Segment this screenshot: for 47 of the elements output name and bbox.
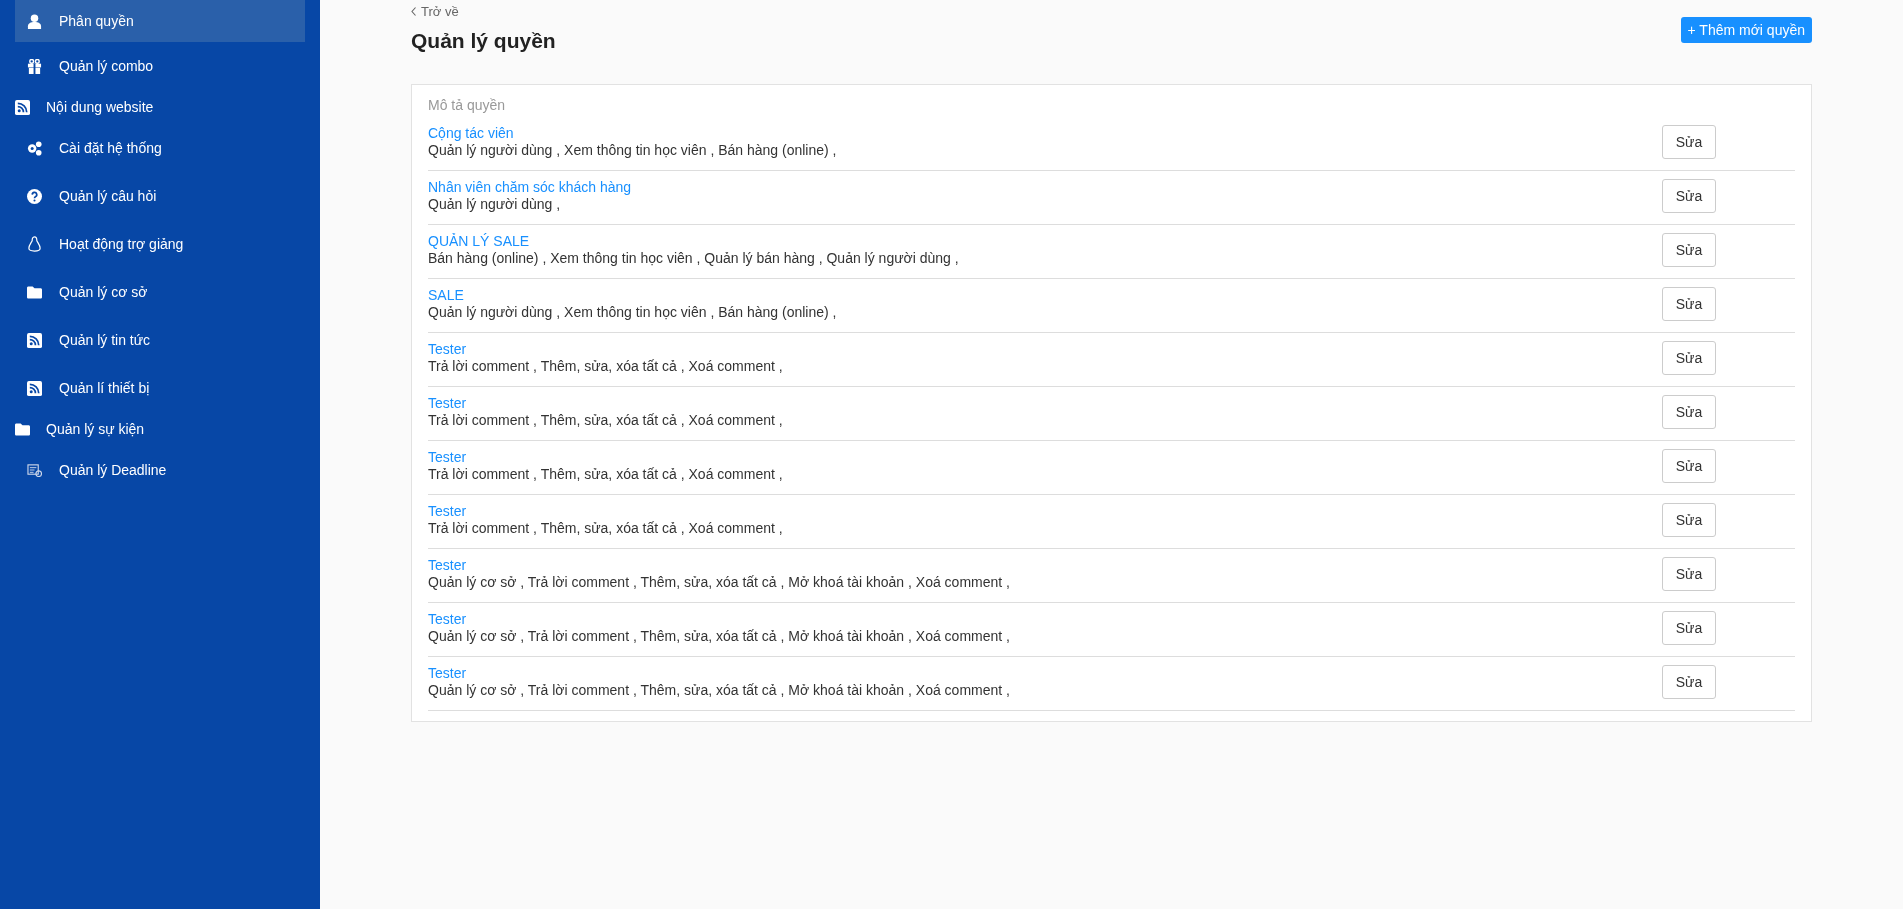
edit-button[interactable]: Sửa — [1662, 287, 1716, 321]
edit-button[interactable]: Sửa — [1662, 503, 1716, 537]
sidebar-item[interactable]: Quản lý cơ sở — [15, 268, 305, 316]
sidebar-item[interactable]: Quản lý tin tức — [15, 316, 305, 364]
back-link[interactable]: Trở về — [411, 4, 459, 19]
edit-button[interactable]: Sửa — [1662, 125, 1716, 159]
help-icon — [27, 188, 42, 204]
permission-list: Quản lý cơ sở , Trả lời comment , Thêm, sửa, xóa tất cả , Mở khoá tài khoản , Xoá comment , — [428, 628, 1662, 645]
permission-list: Quản lý người dùng , Xem thông tin học viên , Bán hàng (online) , — [428, 142, 1662, 159]
chevron-left-icon — [411, 7, 416, 16]
folder-icon — [15, 422, 30, 436]
permission-list: Bán hàng (online) , Xem thông tin học viên , Quản lý bán hàng , Quản lý người dùng , — [428, 250, 1662, 267]
edit-button[interactable]: Sửa — [1662, 557, 1716, 591]
sidebar-item[interactable]: Quản lý sự kiện — [15, 412, 305, 446]
permission-list: Trả lời comment , Thêm, sửa, xóa tất cả , Xoá comment , — [428, 412, 1662, 429]
column-header: Mô tả quyền — [428, 97, 507, 113]
sidebar-item[interactable]: Quản lý combo — [15, 42, 305, 90]
permission-list: Trả lời comment , Thêm, sửa, xóa tất cả , Xoá comment , — [428, 520, 1662, 537]
edit-button[interactable]: Sửa — [1662, 665, 1716, 699]
rss-icon — [15, 99, 30, 115]
rss-icon — [27, 332, 42, 348]
folder-icon — [27, 285, 42, 299]
permission-list: Quản lý cơ sở , Trả lời comment , Thêm, sửa, xóa tất cả , Mở khoá tài khoản , Xoá comment , — [428, 574, 1662, 591]
gears-icon — [27, 140, 42, 156]
edit-button[interactable]: Sửa — [1662, 341, 1716, 375]
permission-list: Quản lý người dùng , Xem thông tin học viên , Bán hàng (online) , — [428, 304, 1662, 321]
sidebar-item[interactable]: Quản lý câu hỏi — [15, 172, 305, 220]
edit-button[interactable]: Sửa — [1662, 233, 1716, 267]
sidebar-item[interactable]: Cài đặt hệ thống — [15, 124, 305, 172]
edit-button[interactable]: Sửa — [1662, 395, 1716, 429]
sidebar-item[interactable]: Phân quyền — [15, 0, 305, 42]
rss-icon — [27, 380, 42, 396]
sidebar-item[interactable]: Quản lí thiết bị — [15, 364, 305, 412]
permission-list: Quản lý người dùng , — [428, 196, 1662, 213]
sidebar-item[interactable]: Hoạt động trợ giảng — [15, 220, 305, 268]
gift-icon — [27, 58, 42, 74]
page-title: Quản lý quyền — [411, 29, 556, 53]
permission-list: Quản lý cơ sở , Trả lời comment , Thêm, sửa, xóa tất cả , Mở khoá tài khoản , Xoá comment , — [428, 682, 1662, 699]
edit-button[interactable]: Sửa — [1662, 449, 1716, 483]
permission-list: Trả lời comment , Thêm, sửa, xóa tất cả , Xoá comment , — [428, 466, 1662, 483]
sidebar-item[interactable]: Nội dung website — [15, 90, 305, 124]
permission-list: Trả lời comment , Thêm, sửa, xóa tất cả , Xoá comment , — [428, 358, 1662, 375]
user-icon — [27, 13, 42, 29]
calendar-icon — [27, 463, 42, 477]
sidebar-item[interactable]: Quản lý Deadline — [15, 446, 305, 494]
edit-button[interactable]: Sửa — [1662, 179, 1716, 213]
edit-button[interactable]: Sửa — [1662, 611, 1716, 645]
